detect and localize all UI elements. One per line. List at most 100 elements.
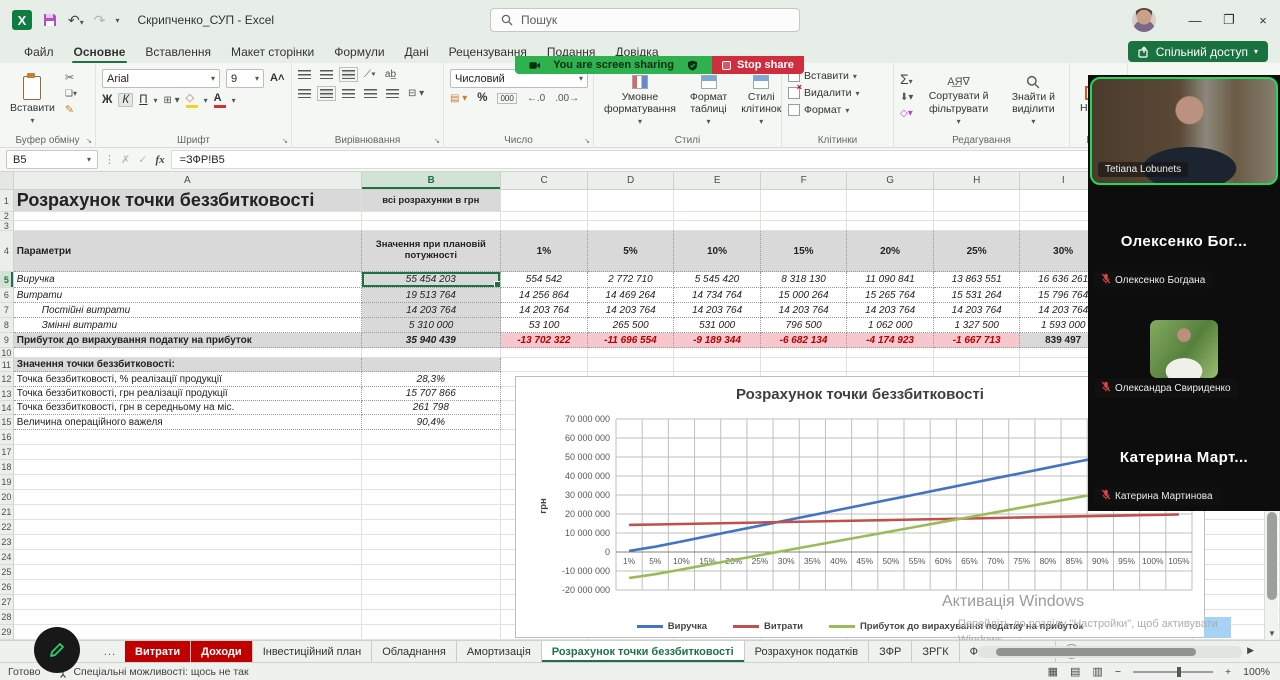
column-header-H[interactable]: H xyxy=(934,172,1021,189)
scroll-down-icon[interactable]: ▼ xyxy=(1265,629,1279,638)
grow-font-icon[interactable]: A˄ xyxy=(270,73,284,84)
delete-cells-button[interactable]: Видалити▾ xyxy=(788,87,860,99)
cell-r7c4[interactable]: 14 203 764 xyxy=(588,303,675,318)
name-box[interactable]: B5▾ xyxy=(6,150,98,169)
sort-filter-button[interactable]: А͟Я∇ Сортувати й фільтрувати▾ xyxy=(919,69,997,132)
select-all-corner[interactable] xyxy=(0,172,14,189)
cell-r1c3[interactable] xyxy=(501,190,588,212)
cell-r16c1[interactable] xyxy=(14,430,362,445)
menu-tab-Основне[interactable]: Основне xyxy=(64,42,136,62)
cell-r5c3[interactable]: 554 542 xyxy=(501,272,588,288)
align-bottom-icon[interactable] xyxy=(342,70,355,79)
cell-r9c1[interactable]: Прибуток до вирахування податку на прибу… xyxy=(14,333,362,348)
sheet-tab-Розрахунок-податків[interactable]: Розрахунок податків xyxy=(745,641,869,662)
cell-r14c2[interactable]: 261 798 xyxy=(362,401,502,415)
autosum-icon[interactable]: Σ▾ xyxy=(900,71,913,87)
cell-r1c6[interactable] xyxy=(761,190,848,212)
cell-r2c1[interactable] xyxy=(14,212,362,221)
sheet-tab-Обладнання[interactable]: Обладнання xyxy=(372,641,457,662)
cell-r1c8[interactable] xyxy=(934,190,1021,212)
row-header-14[interactable]: 14 xyxy=(0,401,14,415)
menu-tab-Формули[interactable]: Формули xyxy=(324,42,394,62)
cell-r9c8[interactable]: -1 667 713 xyxy=(934,333,1021,348)
row-header-16[interactable]: 16 xyxy=(0,430,14,445)
search-input[interactable]: Пошук xyxy=(490,8,800,32)
column-header-A[interactable]: A xyxy=(14,172,362,189)
vertical-scrollbar-thumb[interactable] xyxy=(1267,512,1277,600)
row-header-25[interactable]: 25 xyxy=(0,565,14,580)
cell-r10c8[interactable] xyxy=(934,348,1021,358)
menu-tab-Дані[interactable]: Дані xyxy=(395,42,439,62)
decrease-indent-icon[interactable] xyxy=(364,89,377,98)
cell-r4c8[interactable]: 25% xyxy=(934,231,1021,272)
cell-r16c2[interactable] xyxy=(362,430,502,445)
cell-r8c5[interactable]: 531 000 xyxy=(674,318,761,333)
row-header-3[interactable]: 3 xyxy=(0,221,14,231)
cell-r11c4[interactable] xyxy=(588,358,675,372)
cell-r2c7[interactable] xyxy=(847,212,934,221)
column-header-C[interactable]: C xyxy=(501,172,588,189)
sheet-tab-Витрати[interactable]: Витрати xyxy=(125,641,191,662)
increase-indent-icon[interactable] xyxy=(386,89,399,98)
restore-button[interactable]: ❐ xyxy=(1212,0,1246,40)
cell-r5c7[interactable]: 11 090 841 xyxy=(847,272,934,288)
zoom-slider-thumb[interactable] xyxy=(1177,667,1181,677)
row-header-22[interactable]: 22 xyxy=(0,520,14,535)
column-header-G[interactable]: G xyxy=(847,172,934,189)
cell-r6c5[interactable]: 14 734 764 xyxy=(674,288,761,303)
cut-icon[interactable]: ✂ xyxy=(65,71,77,84)
cell-r1c4[interactable] xyxy=(588,190,675,212)
cell-r6c7[interactable]: 15 265 764 xyxy=(847,288,934,303)
row-header-9[interactable]: 9 xyxy=(0,333,14,348)
clipboard-dialog-launcher[interactable]: ↘ xyxy=(86,137,92,145)
confirm-entry-icon[interactable]: ✓ xyxy=(138,153,147,166)
cell-r11c3[interactable] xyxy=(501,358,588,372)
cell-r4c6[interactable]: 15% xyxy=(761,231,848,272)
align-center-icon[interactable] xyxy=(320,89,333,98)
row-header-19[interactable]: 19 xyxy=(0,475,14,490)
cell-r17c1[interactable] xyxy=(14,445,362,460)
cell-r4c1[interactable]: Параметри xyxy=(14,231,362,272)
cell-r3c5[interactable] xyxy=(674,221,761,231)
cell-r7c7[interactable]: 14 203 764 xyxy=(847,303,934,318)
find-select-button[interactable]: Знайти й виділити▾ xyxy=(1004,69,1063,132)
cell-r23c1[interactable] xyxy=(14,535,362,550)
row-header-5[interactable]: 5 xyxy=(0,272,14,288)
cell-r6c3[interactable]: 14 256 864 xyxy=(501,288,588,303)
row-header-12[interactable]: 12 xyxy=(0,372,14,387)
column-header-E[interactable]: E xyxy=(674,172,761,189)
column-header-B[interactable]: B xyxy=(362,172,502,189)
cell-r10c3[interactable] xyxy=(501,348,588,358)
cell-r6c2[interactable]: 19 513 764 xyxy=(362,288,502,303)
vertical-scrollbar[interactable]: ▼ xyxy=(1264,510,1278,640)
fill-icon[interactable]: ⬇▾ xyxy=(900,92,913,103)
cell-r14c1[interactable]: Точка беззбитковості, грн в середньому н… xyxy=(14,401,362,415)
normal-view-icon[interactable]: ▦ xyxy=(1048,665,1058,678)
cell-r15c2[interactable]: 90,4% xyxy=(362,415,502,430)
cell-r25c1[interactable] xyxy=(14,565,362,580)
conditional-formatting-button[interactable]: Умовне форматування▾ xyxy=(600,69,680,132)
cell-r11c8[interactable] xyxy=(934,358,1021,372)
cell-r13c1[interactable]: Точка беззбитковості, грн реалізації про… xyxy=(14,387,362,401)
cell-r22c2[interactable] xyxy=(362,520,502,535)
row-header-21[interactable]: 21 xyxy=(0,505,14,520)
account-avatar[interactable] xyxy=(1132,8,1156,32)
cell-r25c2[interactable] xyxy=(362,565,502,580)
redo-button[interactable]: ↷ xyxy=(94,13,106,27)
cell-r11c2[interactable] xyxy=(362,358,502,372)
scroll-tabs-right-icon[interactable]: ▶ xyxy=(1247,645,1254,656)
menu-tab-Файл[interactable]: Файл xyxy=(14,42,64,62)
cell-r26c1[interactable] xyxy=(14,580,362,595)
cell-r7c3[interactable]: 14 203 764 xyxy=(501,303,588,318)
cell-r26c2[interactable] xyxy=(362,580,502,595)
sheet-tab-Амортизація[interactable]: Амортизація xyxy=(457,641,542,662)
sheet-tab-ЗРГК[interactable]: ЗРГК xyxy=(912,641,959,662)
font-size-select[interactable]: 9▾ xyxy=(226,69,264,88)
row-header-28[interactable]: 28 xyxy=(0,610,14,625)
row-header-4[interactable]: 4 xyxy=(0,231,14,272)
format-cells-button[interactable]: Формат▾ xyxy=(788,104,860,116)
cell-r3c1[interactable] xyxy=(14,221,362,231)
cell-r9c5[interactable]: -9 189 344 xyxy=(674,333,761,348)
font-color-icon[interactable]: А xyxy=(214,92,226,108)
align-left-icon[interactable] xyxy=(298,89,311,98)
